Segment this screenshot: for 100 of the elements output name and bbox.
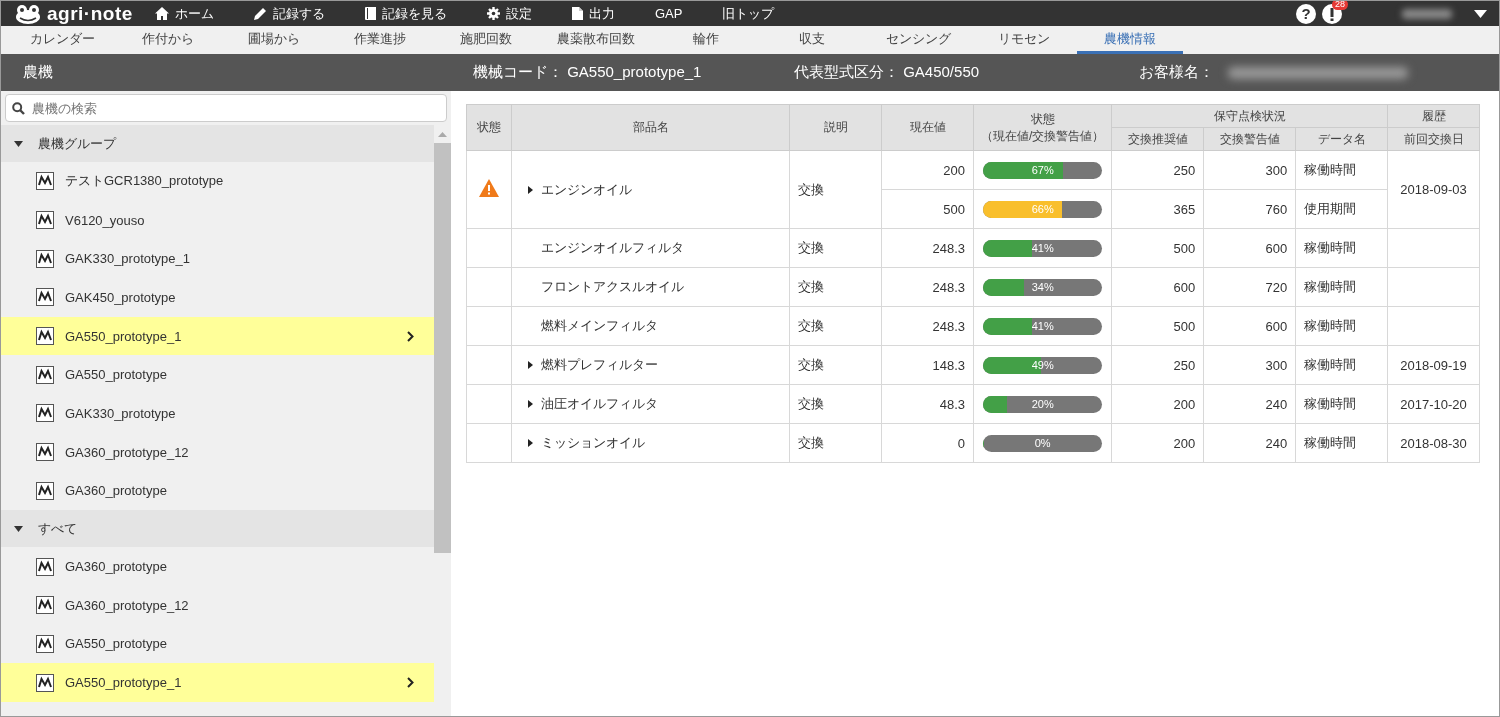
tab[interactable]: 作業進捗 xyxy=(327,26,433,54)
nav-link[interactable]: GAP xyxy=(655,6,683,21)
file-icon xyxy=(572,7,583,20)
machine-list-item[interactable]: テストGCR1380_prototype xyxy=(1,162,434,201)
table-cell: 200 xyxy=(1173,396,1196,412)
machine-list-item[interactable]: GA360_prototype xyxy=(1,547,434,586)
progress-label: 41% xyxy=(1031,318,1054,334)
table-cell: 交換 xyxy=(798,435,825,450)
table-cell: 交換 xyxy=(798,318,825,333)
tab[interactable]: 圃場から xyxy=(221,26,327,54)
column-header: 現在値 xyxy=(881,104,974,151)
caret-icon[interactable] xyxy=(1474,9,1487,18)
tab[interactable]: リモセン xyxy=(971,26,1077,54)
table-cell: 600 xyxy=(1265,318,1288,334)
machine-icon xyxy=(36,443,54,462)
table-cell: 600 xyxy=(1265,240,1288,256)
app-logo[interactable]: agri·note xyxy=(47,2,133,25)
machine-list-item[interactable]: GA360_prototype_12 xyxy=(1,432,434,472)
tab[interactable]: 作付から xyxy=(115,26,221,54)
table-cell: 交換 xyxy=(798,279,825,294)
progress-label: 41% xyxy=(1031,240,1054,256)
tab[interactable]: 収支 xyxy=(759,26,865,54)
expand-arrow-icon[interactable] xyxy=(528,439,534,447)
machine-icon xyxy=(36,365,54,384)
machine-list-item[interactable]: GAK330_prototype xyxy=(1,394,434,433)
machine-icon xyxy=(36,211,54,230)
table-cell: 稼働時間 xyxy=(1304,435,1357,450)
progress-label: 20% xyxy=(1031,396,1054,412)
machine-list-item[interactable]: GAK330_prototype_1 xyxy=(1,239,434,279)
table-cell: 2018-09-03 xyxy=(1400,182,1467,197)
group-header[interactable]: 農機グループ xyxy=(1,125,434,162)
tab[interactable]: 施肥回数 xyxy=(433,26,539,54)
machine-list-item[interactable]: GA550_prototype_1 xyxy=(1,316,434,356)
group-header[interactable]: すべて xyxy=(1,510,434,548)
chevron-right-icon xyxy=(407,330,414,342)
nav-link[interactable]: 記録を見る xyxy=(365,4,447,23)
progress-label: 67% xyxy=(1031,162,1054,178)
table-cell: 240 xyxy=(1265,396,1288,412)
nav-link[interactable]: 記録する xyxy=(254,4,325,23)
table-cell: 248.3 xyxy=(932,240,965,256)
machine-list-item[interactable]: GAK450_prototype xyxy=(1,278,434,317)
table-cell: 48.3 xyxy=(939,396,965,412)
help-button[interactable]: ? xyxy=(1296,3,1316,24)
machine-list-item[interactable]: GA360_prototype_12 xyxy=(1,585,434,625)
machine-list-item[interactable]: GA550_prototype_1 xyxy=(1,663,434,702)
table-cell: 248.3 xyxy=(932,318,965,334)
expand-arrow-icon[interactable] xyxy=(528,361,534,369)
machine-icon xyxy=(36,249,54,268)
tab[interactable]: 輪作 xyxy=(653,26,759,54)
machine-icon xyxy=(36,596,54,615)
book-icon xyxy=(365,7,376,20)
progress-label: 49% xyxy=(1031,357,1054,373)
table-cell: 500 xyxy=(943,201,965,217)
nav-link[interactable]: 出力 xyxy=(572,4,615,23)
table-cell: エンジンオイルフィルタ xyxy=(541,239,685,257)
machine-icon xyxy=(36,481,54,500)
table-cell: 交換 xyxy=(798,396,825,411)
table-cell: 燃料メインフィルタ xyxy=(541,317,659,335)
section-title: 農機 xyxy=(22,63,54,82)
table-cell: 365 xyxy=(1173,201,1196,217)
table-cell: 稼働時間 xyxy=(1304,396,1357,411)
machine-icon xyxy=(36,327,54,346)
column-group-header: 履歴 xyxy=(1387,104,1480,128)
table-cell: 稼働時間 xyxy=(1304,279,1357,294)
machine-icon xyxy=(36,288,54,307)
table-cell: 油圧オイルフィルタ xyxy=(541,395,659,413)
table-cell: フロントアクスルオイル xyxy=(541,278,685,296)
settings-icon xyxy=(487,7,500,20)
tab[interactable]: センシング xyxy=(865,26,971,54)
nav-link[interactable]: ホーム xyxy=(155,4,214,23)
table-cell: 燃料プレフィルター xyxy=(541,356,659,374)
table-cell: 250 xyxy=(1173,162,1196,178)
machine-icon xyxy=(36,557,54,576)
table-cell: 720 xyxy=(1265,279,1288,295)
table-cell: 200 xyxy=(1173,435,1196,451)
nav-link[interactable]: 旧トップ xyxy=(722,4,775,23)
tab[interactable]: 農薬散布回数 xyxy=(539,26,653,54)
expand-arrow-icon[interactable] xyxy=(528,400,534,408)
table-cell: 使用期間 xyxy=(1304,201,1357,216)
table-cell: 250 xyxy=(1173,357,1196,373)
table-cell: 稼働時間 xyxy=(1304,240,1357,255)
machine-icon xyxy=(36,634,54,653)
expand-arrow-icon[interactable] xyxy=(528,185,534,194)
progress-label: 66% xyxy=(1031,201,1054,217)
search-field[interactable]: 農機の検索 xyxy=(5,94,447,122)
machine-list-item[interactable]: GA550_prototype xyxy=(1,355,434,395)
table-cell: 交換 xyxy=(798,357,825,372)
machine-list-item[interactable]: V6120_youso xyxy=(1,200,434,240)
table-cell: 2018-09-19 xyxy=(1400,357,1467,373)
notification-badge: 28 xyxy=(1332,1,1348,10)
nav-link[interactable]: 設定 xyxy=(487,4,532,23)
machine-list-item[interactable]: GA550_prototype xyxy=(1,624,434,664)
table-cell: 2017-10-20 xyxy=(1400,396,1467,412)
table-cell: 300 xyxy=(1265,162,1288,178)
table-cell: 148.3 xyxy=(932,357,965,373)
machine-list-item[interactable]: GA360_prototype xyxy=(1,471,434,511)
table-cell: 600 xyxy=(1173,279,1196,295)
tab[interactable]: カレンダー xyxy=(9,26,115,54)
table-cell: 稼働時間 xyxy=(1304,318,1357,333)
column-header: 部品名 xyxy=(511,104,790,151)
